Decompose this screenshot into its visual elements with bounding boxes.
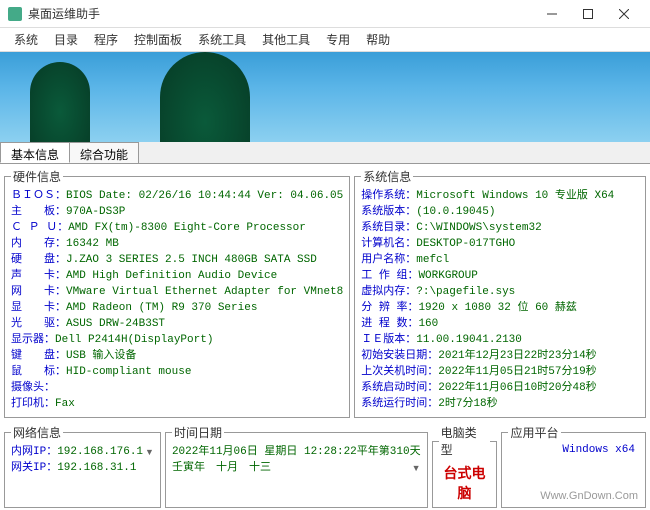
banner-image (0, 52, 650, 142)
tab-bar: 基本信息 综合功能 (0, 142, 650, 164)
workgroup-label: 工 作 组： (361, 269, 418, 284)
os-label: 操作系统： (361, 189, 416, 204)
keyboard-label: 键 盘： (11, 349, 66, 364)
boot-value: 2022年11月06日10时20分48秒 (438, 381, 596, 396)
bios-label: ＢＩＯＳ： (11, 189, 66, 204)
network-legend: 网络信息 (11, 424, 63, 441)
cpu-value: AMD FX(tm)-8300 Eight-Core Processor (68, 221, 306, 236)
boot-label: 系统启动时间： (361, 381, 438, 396)
title-bar: 桌面运维助手 (0, 0, 650, 28)
year-type: 平年 (357, 445, 379, 460)
workgroup-value: WORKGROUP (418, 269, 477, 284)
menu-special[interactable]: 专用 (318, 28, 358, 51)
resolution-value: 1920 x 1080 32 位 60 赫兹 (418, 301, 576, 316)
install-date-label: 初始安装日期： (361, 349, 438, 364)
menu-help[interactable]: 帮助 (358, 28, 398, 51)
innerip-label: 内网IP： (11, 445, 57, 460)
hardware-legend: 硬件信息 (11, 168, 63, 185)
ie-label: ＩＥ版本： (361, 333, 416, 348)
processes-value: 160 (418, 317, 438, 332)
menu-other-tools[interactable]: 其他工具 (254, 28, 318, 51)
sysdir-label: 系统目录： (361, 221, 416, 236)
netcard-label: 网 卡： (11, 285, 66, 300)
shutdown-label: 上次关机时间： (361, 365, 438, 380)
mouse-label: 鼠 标： (11, 365, 66, 380)
app-icon (8, 7, 22, 21)
ram-label: 内 存： (11, 237, 66, 252)
version-label: 系统版本： (361, 205, 416, 220)
platform-legend: 应用平台 (508, 424, 560, 441)
outerip-value: 192.168.31.1 (57, 461, 136, 476)
shutdown-value: 2022年11月05日21时57分19秒 (438, 365, 596, 380)
motherboard-label: 主 板： (11, 205, 66, 220)
close-button[interactable] (606, 2, 642, 26)
sound-label: 声 卡： (11, 269, 66, 284)
vmem-label: 虚拟内存： (361, 285, 416, 300)
computer-type-legend: 电脑类型 (439, 424, 491, 458)
lunar-value: 壬寅年 十月 十三 (172, 461, 271, 476)
gpu-value: AMD Radeon (TM) R9 370 Series (66, 301, 257, 316)
sound-value: AMD High Definition Audio Device (66, 269, 277, 284)
os-value: Microsoft Windows 10 专业版 X64 (416, 189, 614, 204)
hardware-info-panel: 硬件信息 ＢＩＯＳ：BIOS Date: 02/26/16 10:44:44 V… (4, 168, 350, 418)
monitor-value: Dell P2414H(DisplayPort) (55, 333, 213, 348)
network-info-panel: 网络信息 内网IP：192.168.176.1▼ 网关IP：192.168.31… (4, 424, 161, 508)
menu-program[interactable]: 程序 (86, 28, 126, 51)
mouse-value: HID-compliant mouse (66, 365, 191, 380)
outerip-label: 网关IP： (11, 461, 57, 476)
menu-control-panel[interactable]: 控制面板 (126, 28, 190, 51)
uptime-label: 系统运行时间： (361, 397, 438, 412)
computer-type-value: 台式电脑 (439, 463, 491, 503)
tab-comprehensive[interactable]: 综合功能 (69, 142, 139, 163)
ram-value: 16342 MB (66, 237, 119, 252)
datetime-legend: 时间日期 (172, 424, 224, 441)
menu-catalog[interactable]: 目录 (46, 28, 86, 51)
printer-label: 打印机： (11, 397, 55, 412)
keyboard-value: USB 输入设备 (66, 349, 136, 364)
username-label: 用户名称： (361, 253, 416, 268)
version-value: (10.0.19045) (416, 205, 495, 220)
platform-panel: 应用平台 Windows x64 Www.GnDown.Com (501, 424, 646, 508)
cpu-label: Ｃ Ｐ Ｕ： (11, 221, 68, 236)
maximize-button[interactable] (570, 2, 606, 26)
hostname-value: DESKTOP-017TGHO (416, 237, 515, 252)
resolution-label: 分 辨 率： (361, 301, 418, 316)
window-title: 桌面运维助手 (28, 5, 534, 22)
datetime-panel: 时间日期 2022年11月06日 星期日 12:28:22平年第310天 壬寅年… (165, 424, 428, 508)
day-number: 第310天 (379, 445, 421, 460)
menu-system-tools[interactable]: 系统工具 (190, 28, 254, 51)
hdd-label: 硬 盘： (11, 253, 66, 268)
hostname-label: 计算机名： (361, 237, 416, 252)
menu-system[interactable]: 系统 (6, 28, 46, 51)
printer-value: Fax (55, 397, 75, 412)
sysdir-value: C:\WINDOWS\system32 (416, 221, 541, 236)
ie-value: 11.00.19041.2130 (416, 333, 522, 348)
gpu-label: 显 卡： (11, 301, 66, 316)
uptime-value: 2时7分18秒 (438, 397, 497, 412)
netcard-value: VMware Virtual Ethernet Adapter for VMne… (66, 285, 343, 300)
vmem-value: ?:\pagefile.sys (416, 285, 515, 300)
install-date-value: 2021年12月23日22时23分14秒 (438, 349, 596, 364)
processes-label: 进 程 数： (361, 317, 418, 332)
motherboard-value: 970A-DS3P (66, 205, 125, 220)
menu-bar: 系统 目录 程序 控制面板 系统工具 其他工具 专用 帮助 (0, 28, 650, 52)
optical-label: 光 驱： (11, 317, 66, 332)
tab-basic-info[interactable]: 基本信息 (0, 142, 70, 163)
platform-value: Windows x64 (508, 444, 639, 456)
watermark: Www.GnDown.Com (540, 490, 638, 502)
date-value: 2022年11月06日 星期日 12:28:22 (172, 445, 357, 460)
monitor-label: 显示器： (11, 333, 55, 348)
system-legend: 系统信息 (361, 168, 413, 185)
camera-label: 摄像头： (11, 381, 55, 396)
computer-type-panel: 电脑类型 台式电脑 (432, 424, 498, 508)
hdd-value: J.ZAO 3 SERIES 2.5 INCH 480GB SATA SSD (66, 253, 317, 268)
bios-value: BIOS Date: 02/26/16 10:44:44 Ver: 04.06.… (66, 189, 343, 204)
system-info-panel: 系统信息 操作系统：Microsoft Windows 10 专业版 X64 系… (354, 168, 646, 418)
optical-value: ASUS DRW-24B3ST (66, 317, 165, 332)
chevron-down-icon[interactable]: ▼ (412, 461, 421, 476)
minimize-button[interactable] (534, 2, 570, 26)
innerip-value: 192.168.176.1 (57, 445, 143, 460)
chevron-down-icon[interactable]: ▼ (145, 445, 154, 460)
username-value: mefcl (416, 253, 449, 268)
